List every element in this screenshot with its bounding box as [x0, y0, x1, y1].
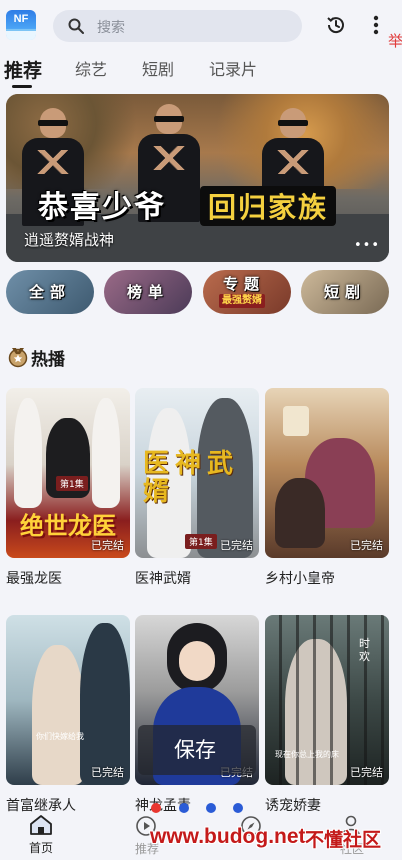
top-bar: NF 搜索 举 [0, 0, 402, 52]
episode-badge: 第1集 [56, 476, 88, 491]
more-options-icon[interactable] [372, 14, 380, 36]
category-topics[interactable]: 专题 最强赘婿 [203, 270, 291, 314]
drama-title[interactable]: 首富继承人 [6, 795, 130, 815]
search-placeholder: 搜索 [97, 20, 125, 36]
category-ranking-label: 榜单 [126, 283, 169, 301]
app-logo[interactable]: NF [6, 10, 36, 40]
category-short-drama-label: 短剧 [323, 283, 366, 301]
search-icon [68, 18, 84, 34]
drama-title[interactable]: 诱宠娇妻 [265, 795, 389, 815]
drama-title[interactable]: 乡村小皇帝 [265, 568, 389, 588]
category-all[interactable]: 全部 [6, 270, 94, 314]
logo-waves [6, 29, 36, 40]
status-badge: 已完结 [91, 766, 124, 779]
active-tab-indicator [12, 85, 32, 88]
banner-more-icon[interactable]: ••• [354, 238, 380, 253]
drama-poster[interactable]: 第1集 绝世龙医 已完结 [6, 388, 130, 558]
save-image-button[interactable]: 保存 [138, 725, 256, 775]
status-badge: 已完结 [350, 766, 383, 779]
drama-card[interactable]: 第1集 绝世龙医 已完结 最强龙医 [6, 388, 130, 588]
poster-title: 医神武婿 [143, 449, 240, 507]
drama-card[interactable]: 已完结 乡村小皇帝 [265, 388, 389, 588]
nav-home-label[interactable]: 首页 [29, 839, 53, 856]
report-edge-glyph[interactable]: 举 [388, 30, 402, 51]
save-label: 保存 [174, 738, 216, 762]
history-icon[interactable] [325, 14, 347, 36]
tab-variety[interactable]: 综艺 [75, 56, 107, 80]
pager-dot-active [151, 803, 161, 813]
drama-card[interactable]: 时 欢 现在你总上我的床 已完结 诱宠娇妻 [265, 615, 389, 815]
drama-card[interactable]: 已完结 神龙孟青 [135, 615, 259, 815]
section-title-hot: 热播 [31, 350, 65, 370]
banner-caption: 逍遥赘婿战神 [24, 231, 115, 249]
poster-caption: 你们快嫁给我 [36, 732, 84, 741]
status-badge: 已完结 [91, 539, 124, 552]
tab-recommend[interactable]: 推荐 [4, 56, 42, 83]
nav-home[interactable] [28, 814, 54, 840]
search-bar[interactable]: 搜索 [53, 10, 302, 42]
category-all-label: 全部 [28, 283, 71, 301]
drama-poster[interactable]: 你们快嫁给我 已完结 [6, 615, 130, 785]
status-badge: 已完结 [220, 539, 253, 552]
poster-caption: 现在你总上我的床 [275, 750, 339, 759]
pager-dot [206, 803, 216, 813]
category-short-drama[interactable]: 短剧 [301, 270, 389, 314]
drama-card[interactable]: 你们快嫁给我 已完结 首富继承人 [6, 615, 130, 815]
watermark-url: www.budog.net [150, 825, 306, 848]
drama-card[interactable]: 医神武婿 第1集 已完结 医神武婿 [135, 388, 259, 588]
banner-title-right: 回归家族 [200, 186, 337, 226]
medal-icon [8, 348, 28, 368]
poster-side-text: 时 欢 [359, 637, 370, 663]
drama-title[interactable]: 医神武婿 [135, 568, 259, 588]
logo-text: NF [13, 13, 29, 25]
home-icon [30, 815, 52, 835]
tab-documentary[interactable]: 记录片 [209, 56, 257, 80]
category-topics-sub: 最强赘婿 [219, 294, 265, 308]
pager-dot [233, 803, 243, 813]
drama-poster[interactable]: 时 欢 现在你总上我的床 已完结 [265, 615, 389, 785]
status-badge: 已完结 [350, 539, 383, 552]
drama-poster[interactable]: 医神武婿 第1集 已完结 [135, 388, 259, 558]
drama-poster[interactable]: 已完结 [265, 388, 389, 558]
pager-dot [179, 803, 189, 813]
category-ranking[interactable]: 榜单 [104, 270, 192, 314]
poster-title: 绝世龙医 [20, 511, 116, 540]
banner-title-left: 恭喜少爷 [38, 190, 166, 225]
watermark-site: 不懂社区 [305, 829, 382, 851]
episode-badge: 第1集 [185, 534, 217, 549]
tab-short-drama[interactable]: 短剧 [142, 56, 174, 80]
drama-title[interactable]: 最强龙医 [6, 568, 130, 588]
